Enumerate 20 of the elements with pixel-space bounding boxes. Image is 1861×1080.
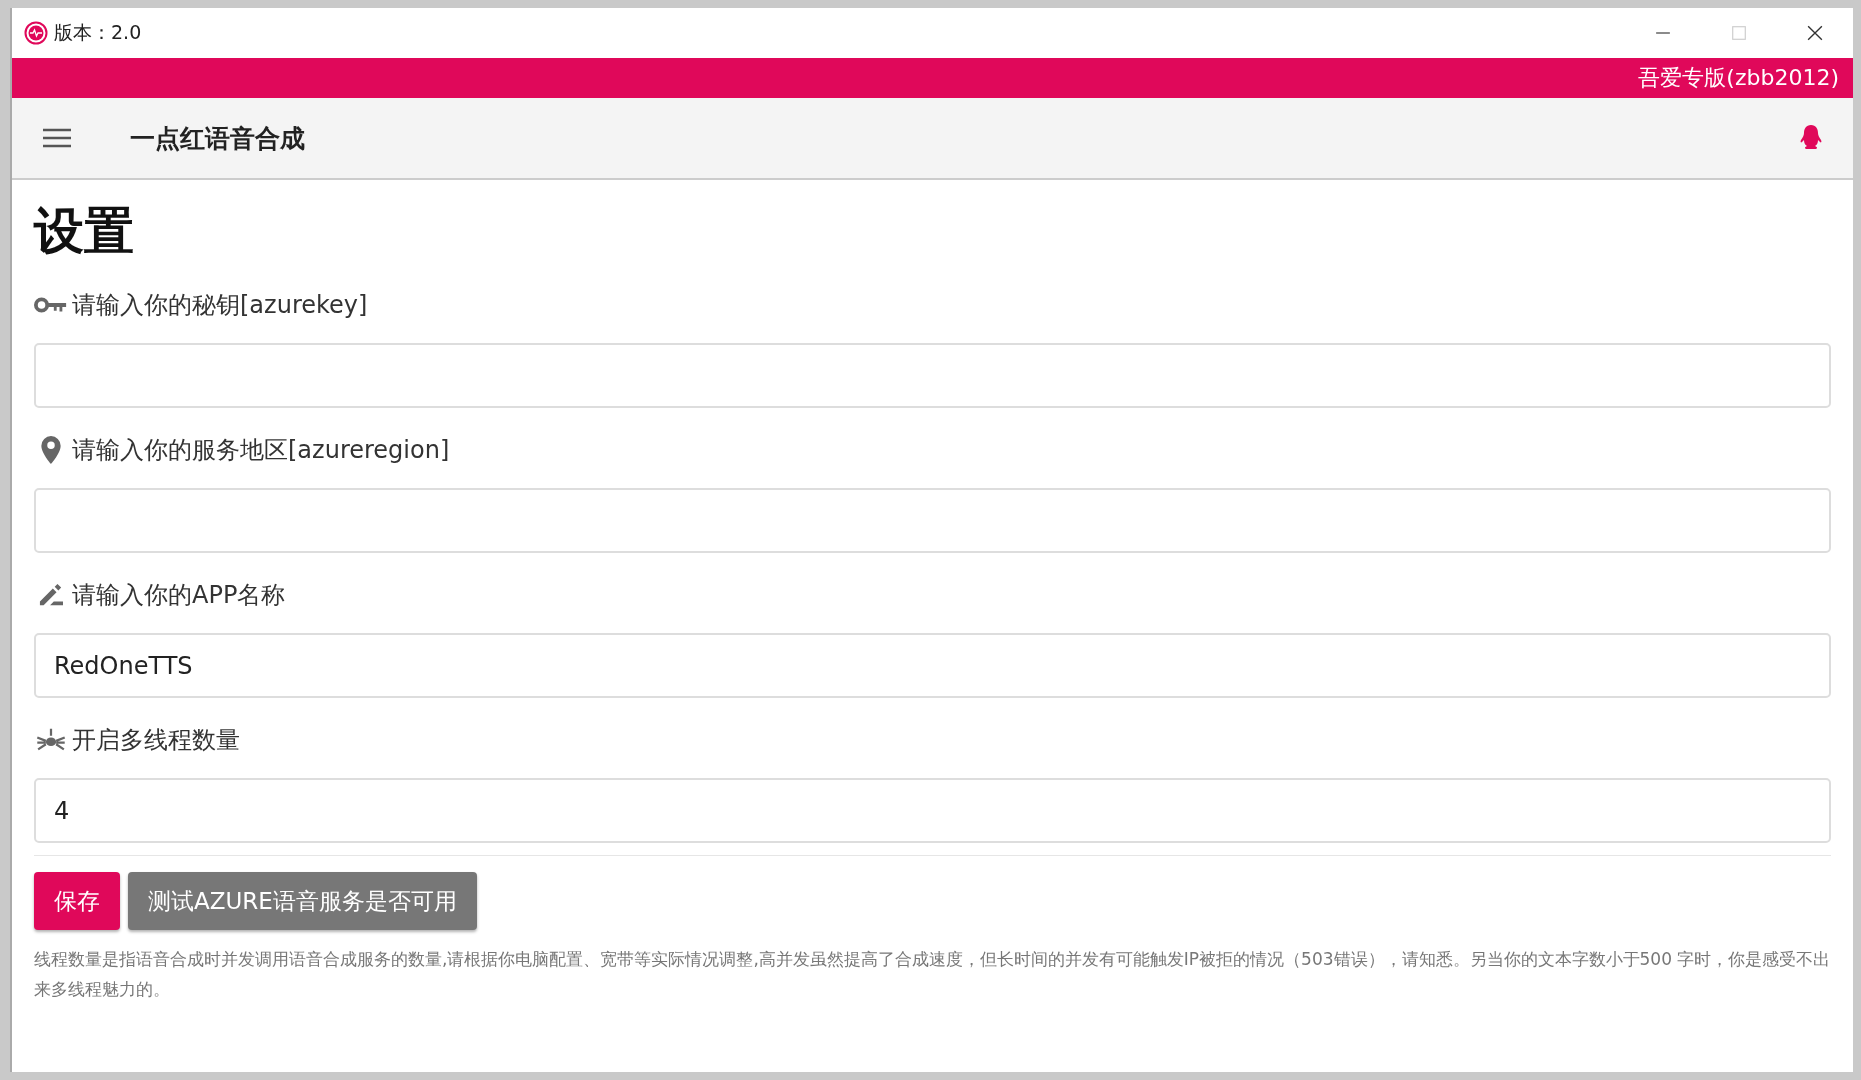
input-field[interactable] bbox=[34, 488, 1831, 553]
field-label: 请输入你的APP名称 bbox=[72, 580, 286, 611]
app-logo-icon bbox=[24, 21, 48, 45]
penguin-icon[interactable] bbox=[1799, 124, 1823, 152]
save-button[interactable]: 保存 bbox=[34, 872, 120, 930]
field-label: 请输入你的服务地区[azureregion] bbox=[72, 435, 450, 466]
input-field[interactable]: 4 bbox=[34, 778, 1831, 843]
test-button[interactable]: 测试AZURE语音服务是否可用 bbox=[128, 872, 477, 930]
field-label: 开启多线程数量 bbox=[72, 725, 240, 756]
input-field[interactable] bbox=[34, 343, 1831, 408]
app-title: 一点红语音合成 bbox=[130, 122, 305, 155]
banner-text: 吾爱专版(zbb2012) bbox=[1638, 64, 1839, 92]
menu-icon[interactable] bbox=[42, 128, 72, 148]
input-field[interactable]: RedOneTTS bbox=[34, 633, 1831, 698]
page-heading: 设置 bbox=[34, 201, 135, 262]
window-title: 版本：2.0 bbox=[54, 20, 142, 45]
field-label: 请输入你的秘钥[azurekey] bbox=[72, 290, 368, 321]
close-icon[interactable] bbox=[1807, 25, 1823, 41]
spider-icon bbox=[34, 728, 68, 752]
help-text: 线程数量是指语音合成时并发调用语音合成服务的数量,请根据你电脑配置、宽带等实际情况调整,高并发虽然提高了合成速度，但长时间的并发有可能触发IP被拒的情况（503错误），请知悉。另当你的文本字数小于500 字时，你是感受不出来多线程魅力的。 bbox=[34, 948, 1831, 1001]
